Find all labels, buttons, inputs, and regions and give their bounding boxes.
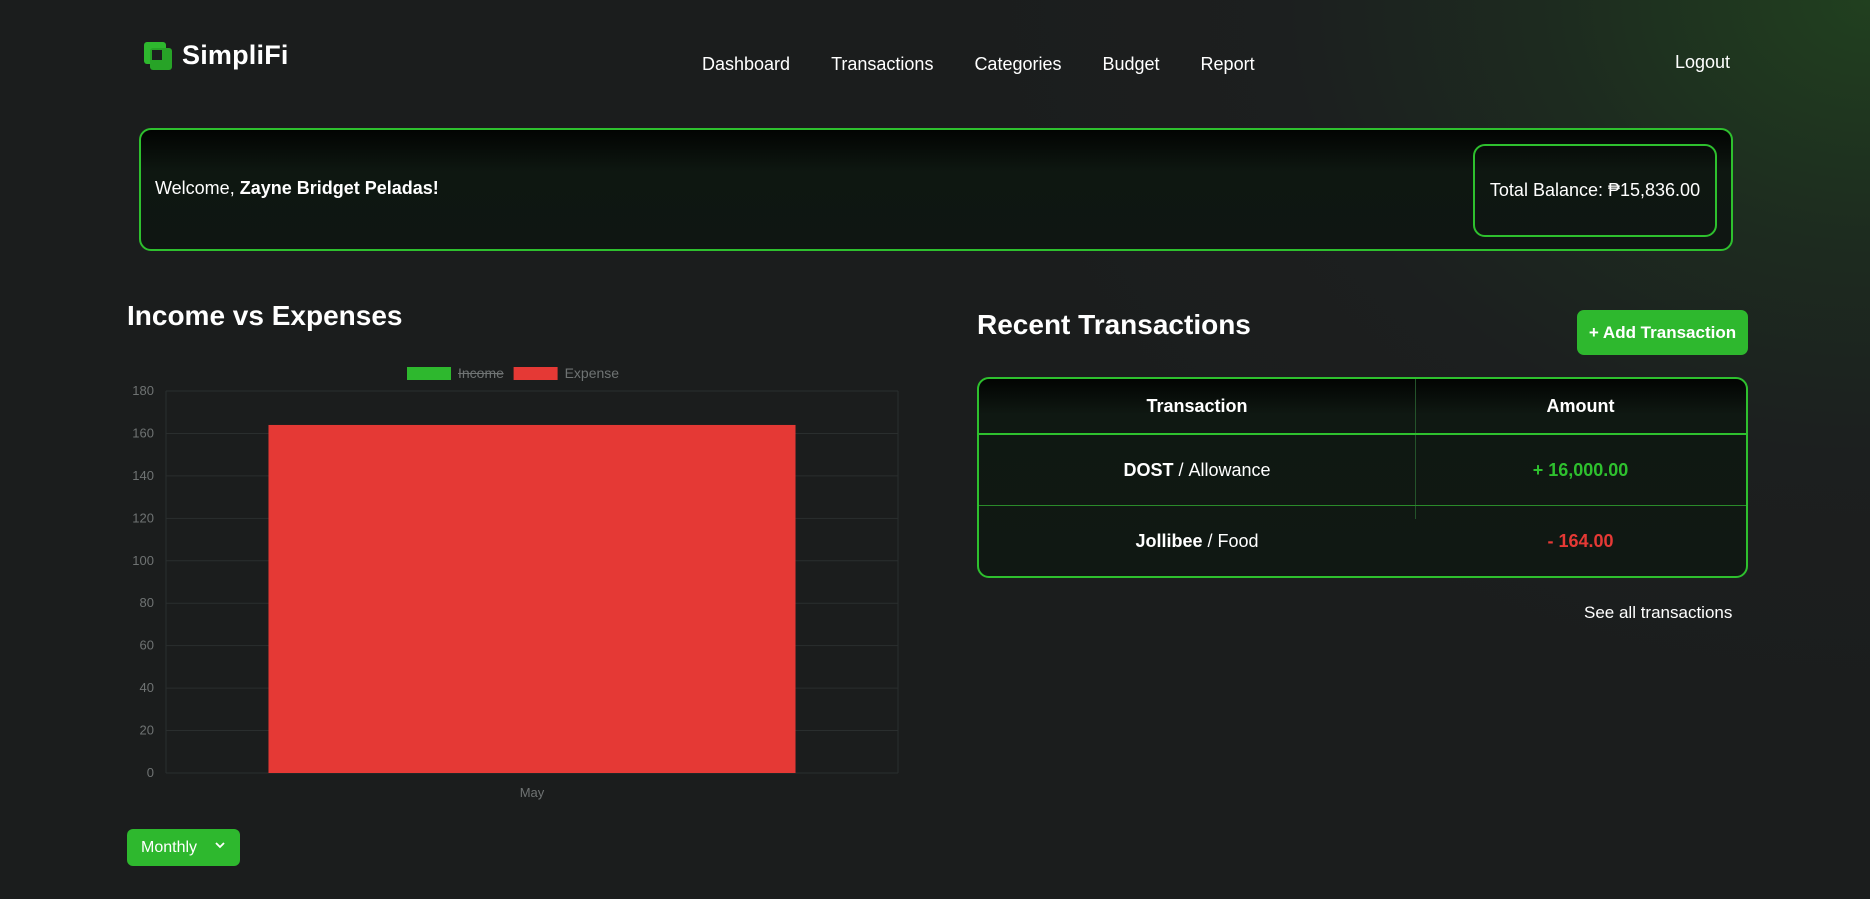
transaction-cell: DOST / Allowance <box>1123 459 1271 480</box>
nav-categories[interactable]: Categories <box>974 54 1061 75</box>
transaction-cell: Jollibee / Food <box>1135 530 1259 551</box>
chart-title: Income vs Expenses <box>127 300 403 331</box>
transaction-category: Food <box>1217 530 1259 551</box>
y-tick-label: 160 <box>132 425 154 440</box>
logout-link[interactable]: Logout <box>1675 52 1730 73</box>
y-tick-label: 0 <box>147 765 154 780</box>
y-tick-label: 60 <box>140 638 154 653</box>
logo-icon <box>144 41 172 70</box>
y-tick-label: 140 <box>132 468 154 483</box>
main-nav: Dashboard Transactions Categories Budget… <box>702 54 1296 75</box>
nav-dashboard[interactable]: Dashboard <box>702 54 790 75</box>
app-name: SimpliFi <box>182 40 289 70</box>
period-select[interactable]: Monthly <box>127 829 240 866</box>
welcome-card: Welcome, Zayne Bridget Peladas! Total Ba… <box>139 128 1733 251</box>
see-all-transactions-link[interactable]: See all transactions <box>1584 603 1732 623</box>
income-expense-chart: 020406080100120140160180MayIncome Expense <box>132 365 899 800</box>
y-tick-label: 180 <box>132 383 154 398</box>
table-row[interactable]: Jollibee / Food - 164.00 <box>979 506 1746 576</box>
transaction-amount: + 16,000.00 <box>1532 459 1629 480</box>
x-tick-label: May <box>520 785 545 800</box>
transaction-name: DOST <box>1123 459 1174 480</box>
y-tick-label: 100 <box>132 553 154 568</box>
legend-swatch-expense <box>513 367 558 380</box>
y-tick-label: 120 <box>132 510 154 525</box>
add-transaction-button[interactable]: + Add Transaction <box>1577 310 1748 355</box>
transactions-title: Recent Transactions <box>977 309 1251 340</box>
total-balance-text: Total Balance: ₱15,836.00 <box>1489 180 1701 200</box>
y-tick-label: 80 <box>140 595 154 610</box>
y-tick-label: 40 <box>140 680 154 695</box>
header-transaction: Transaction <box>1146 395 1248 416</box>
welcome-user: Zayne Bridget Peladas! <box>239 178 439 198</box>
header-amount: Amount <box>1546 395 1615 416</box>
nav-transactions[interactable]: Transactions <box>831 54 933 75</box>
y-tick-label: 20 <box>140 723 154 738</box>
transaction-category: Allowance <box>1188 459 1271 480</box>
table-row[interactable]: DOST / Allowance + 16,000.00 <box>979 435 1746 506</box>
app-logo[interactable]: SimpliFi <box>144 40 289 71</box>
transactions-table: Transaction Amount DOST / Allowance + 16… <box>977 377 1748 578</box>
legend-label-expense: Expense <box>565 365 620 381</box>
nav-report[interactable]: Report <box>1201 54 1255 75</box>
nav-budget[interactable]: Budget <box>1102 54 1159 75</box>
table-header: Transaction Amount <box>979 379 1746 435</box>
welcome-prefix: Welcome, <box>155 178 240 198</box>
welcome-message: Welcome, Zayne Bridget Peladas! <box>155 178 439 199</box>
legend-swatch-income <box>407 367 451 380</box>
chevron-down-icon <box>214 838 226 854</box>
transaction-amount: - 164.00 <box>1547 530 1614 551</box>
transaction-name: Jollibee <box>1135 530 1203 551</box>
bar-expense <box>268 424 796 773</box>
period-select-value: Monthly <box>141 838 198 856</box>
total-balance: Total Balance: ₱15,836.00 <box>1473 144 1717 237</box>
